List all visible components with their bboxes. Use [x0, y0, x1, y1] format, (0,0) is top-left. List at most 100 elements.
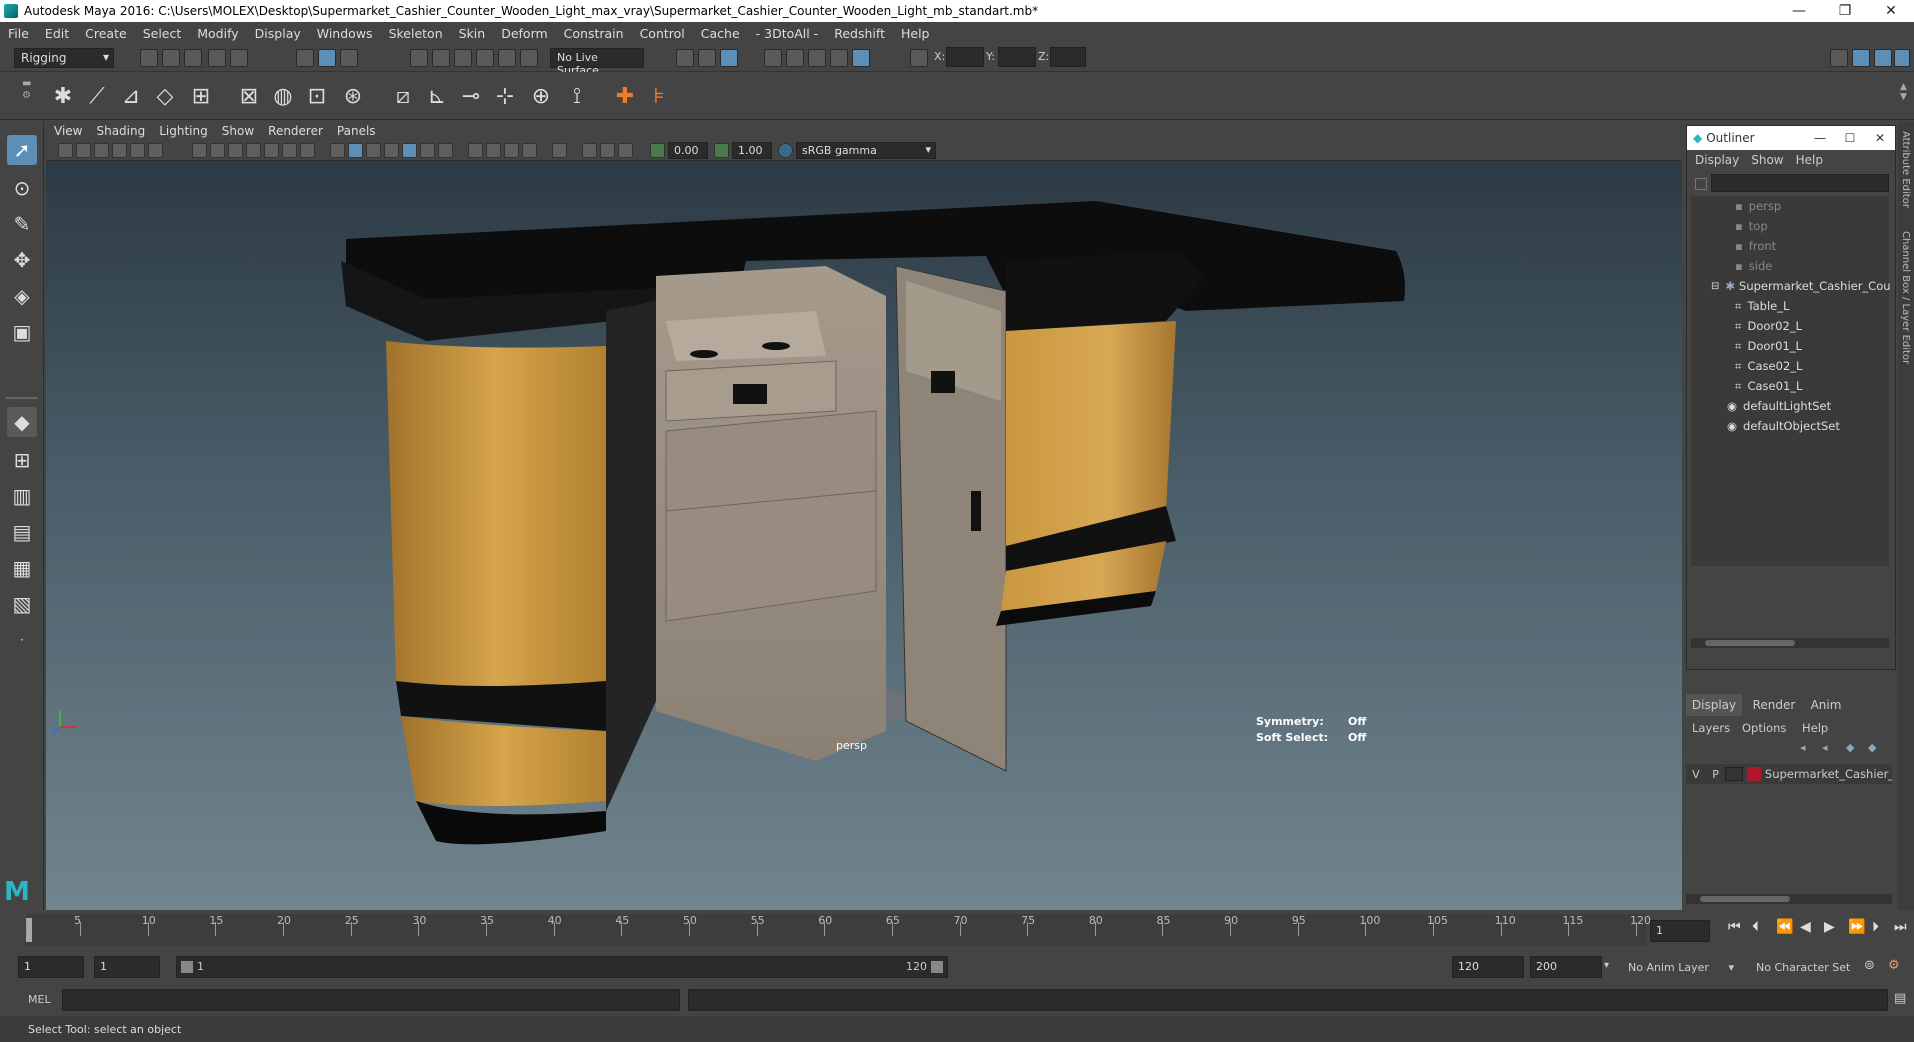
render-view-icon[interactable] — [764, 49, 782, 67]
tab-anim[interactable]: Anim — [1804, 694, 1848, 716]
menuset-dropdown[interactable]: Rigging ▾ — [14, 48, 114, 68]
outliner-menu-show[interactable]: Show — [1751, 153, 1783, 167]
open-scene-icon[interactable] — [162, 49, 180, 67]
vp-menu-shading[interactable]: Shading — [96, 124, 145, 138]
hypershade-icon[interactable] — [852, 49, 870, 67]
motion-blur-icon[interactable] — [486, 143, 501, 158]
shelf-scroll-icon[interactable]: ▲ ▼ — [1900, 82, 1907, 102]
lasso-tool-icon[interactable]: ⊙ — [7, 173, 37, 203]
snap-surface-icon[interactable] — [498, 49, 516, 67]
outliner-search-field[interactable] — [1711, 174, 1889, 192]
camera-attributes-icon[interactable] — [76, 143, 91, 158]
menu-display[interactable]: Display — [255, 26, 301, 41]
outliner-maximize-icon[interactable]: ☐ — [1835, 131, 1865, 145]
outliner-item[interactable]: ⌗ Case01_L — [1691, 376, 1891, 396]
tab-render[interactable]: Render — [1748, 694, 1800, 716]
move-layer-down-icon[interactable]: ◂ — [1822, 741, 1828, 754]
grid-icon[interactable] — [192, 143, 207, 158]
point-constraint-icon[interactable]: ⊸ — [456, 79, 486, 113]
colorspace-dropdown[interactable]: sRGB gamma ▾ — [796, 142, 936, 159]
character-set-dropdown[interactable]: No Character Set — [1748, 956, 1862, 978]
resolution-gate-icon[interactable] — [228, 143, 243, 158]
input-ops-icon[interactable] — [676, 49, 694, 67]
playback-range-bar[interactable]: 1 120 — [176, 956, 948, 978]
play-forwards-icon[interactable]: ▶ — [1824, 919, 1835, 935]
playback-start-field[interactable]: 1 — [94, 956, 160, 978]
menu-windows[interactable]: Windows — [317, 26, 373, 41]
play-backwards-icon[interactable]: ◀ — [1800, 919, 1811, 935]
vp-menu-lighting[interactable]: Lighting — [159, 124, 208, 138]
go-to-end-icon[interactable]: ⏭ — [1894, 919, 1907, 935]
close-button[interactable]: ✕ — [1868, 3, 1914, 19]
script-editor-icon[interactable]: ▤ — [1894, 991, 1906, 1006]
cashier-counter-model[interactable] — [46, 161, 1682, 910]
bind-skin-icon[interactable]: ⧄ — [388, 79, 418, 113]
outliner-item[interactable]: ▪ top — [1691, 216, 1891, 236]
transform-field-mode-icon[interactable] — [910, 49, 928, 67]
outliner-hscrollbar[interactable] — [1691, 638, 1889, 648]
collapse-icon[interactable]: ⊟ — [1711, 281, 1719, 292]
channel-box-icon[interactable] — [1894, 49, 1910, 67]
render-current-icon[interactable] — [786, 49, 804, 67]
use-all-lights-icon[interactable] — [420, 143, 435, 158]
tool-settings-icon[interactable] — [1874, 49, 1892, 67]
new-scene-icon[interactable] — [140, 49, 158, 67]
layer-color-swatch[interactable] — [1747, 767, 1761, 781]
outliner-item[interactable]: ⌗ Case02_L — [1691, 356, 1891, 376]
auto-key-icon[interactable]: ⊚ — [1864, 958, 1875, 973]
snap-point-icon[interactable] — [454, 49, 472, 67]
step-forward-key-icon[interactable]: ⏩ — [1848, 919, 1865, 935]
screen-space-ao-icon[interactable] — [468, 143, 483, 158]
outliner-item[interactable]: ⌗ Table_L — [1691, 296, 1891, 316]
snap-curve-icon[interactable] — [432, 49, 450, 67]
menu-modify[interactable]: Modify — [197, 26, 238, 41]
menu-3dtoall[interactable]: - 3DtoAll - — [756, 26, 819, 41]
depth-of-field-icon[interactable] — [522, 143, 537, 158]
command-input[interactable] — [62, 989, 680, 1011]
menu-redshift[interactable]: Redshift — [834, 26, 885, 41]
mel-label[interactable]: MEL — [28, 993, 51, 1006]
vp-menu-view[interactable]: View — [54, 124, 82, 138]
menu-create[interactable]: Create — [85, 26, 127, 41]
move-layer-up-icon[interactable]: ◂ — [1800, 741, 1806, 754]
menu-cache[interactable]: Cache — [701, 26, 740, 41]
menu-select[interactable]: Select — [143, 26, 182, 41]
gate-mask-icon[interactable] — [246, 143, 261, 158]
paint-select-icon[interactable]: ✎ — [7, 209, 37, 239]
layer-menu-layers[interactable]: Layers — [1692, 721, 1730, 735]
outliner-item[interactable]: ◉ defaultObjectSet — [1691, 416, 1891, 436]
end-time-field[interactable]: 200 — [1530, 956, 1602, 978]
ik-handle-icon[interactable]: ⟋ — [82, 79, 112, 113]
persp-outliner-layout-icon[interactable]: ▥ — [7, 481, 37, 511]
outliner-item[interactable]: ⌗ Door01_L — [1691, 336, 1891, 356]
y-field[interactable] — [998, 47, 1036, 67]
x-field[interactable] — [946, 47, 984, 67]
textured-icon[interactable] — [402, 143, 417, 158]
quick-rig-icon[interactable]: ⊠ — [234, 79, 264, 113]
anim-prefs-icon[interactable]: ⚙ — [1888, 958, 1900, 973]
xray-joints-icon[interactable] — [600, 143, 615, 158]
time-slider[interactable]: 5 10 15 20 25 30 35 40 45 50 55 60 65 70 75 80 85 90 95 100… — [0, 910, 1914, 950]
persp-graph-layout-icon[interactable]: ▤ — [7, 517, 37, 547]
parent-constraint-icon[interactable]: ⟟ — [562, 79, 592, 113]
wireframe-icon[interactable] — [330, 143, 345, 158]
outliner-menu-help[interactable]: Help — [1796, 153, 1823, 167]
scroll-thumb[interactable] — [1705, 640, 1795, 646]
four-view-layout-icon[interactable]: ⊞ — [7, 445, 37, 475]
menu-file[interactable]: File — [8, 26, 29, 41]
snap-grid-icon[interactable] — [410, 49, 428, 67]
select-component-icon[interactable] — [340, 49, 358, 67]
default-material-icon[interactable] — [366, 143, 381, 158]
outliner-item[interactable]: ◉ defaultLightSet — [1691, 396, 1891, 416]
step-back-frame-icon[interactable]: ⏴ — [1752, 919, 1759, 935]
layer-visibility-toggle[interactable]: V — [1686, 768, 1706, 781]
layer-row[interactable]: V P Supermarket_Cashier_ — [1686, 764, 1892, 784]
outliner-item[interactable]: ▪ front — [1691, 236, 1891, 256]
gamma-icon[interactable] — [714, 143, 729, 158]
menu-skeleton[interactable]: Skeleton — [389, 26, 443, 41]
snap-view-icon[interactable] — [476, 49, 494, 67]
layer-hscrollbar[interactable] — [1686, 894, 1892, 904]
color-management-icon[interactable] — [778, 143, 793, 158]
layer-type-toggle[interactable] — [1725, 767, 1744, 781]
outliner-filter-icon[interactable] — [1695, 178, 1707, 190]
